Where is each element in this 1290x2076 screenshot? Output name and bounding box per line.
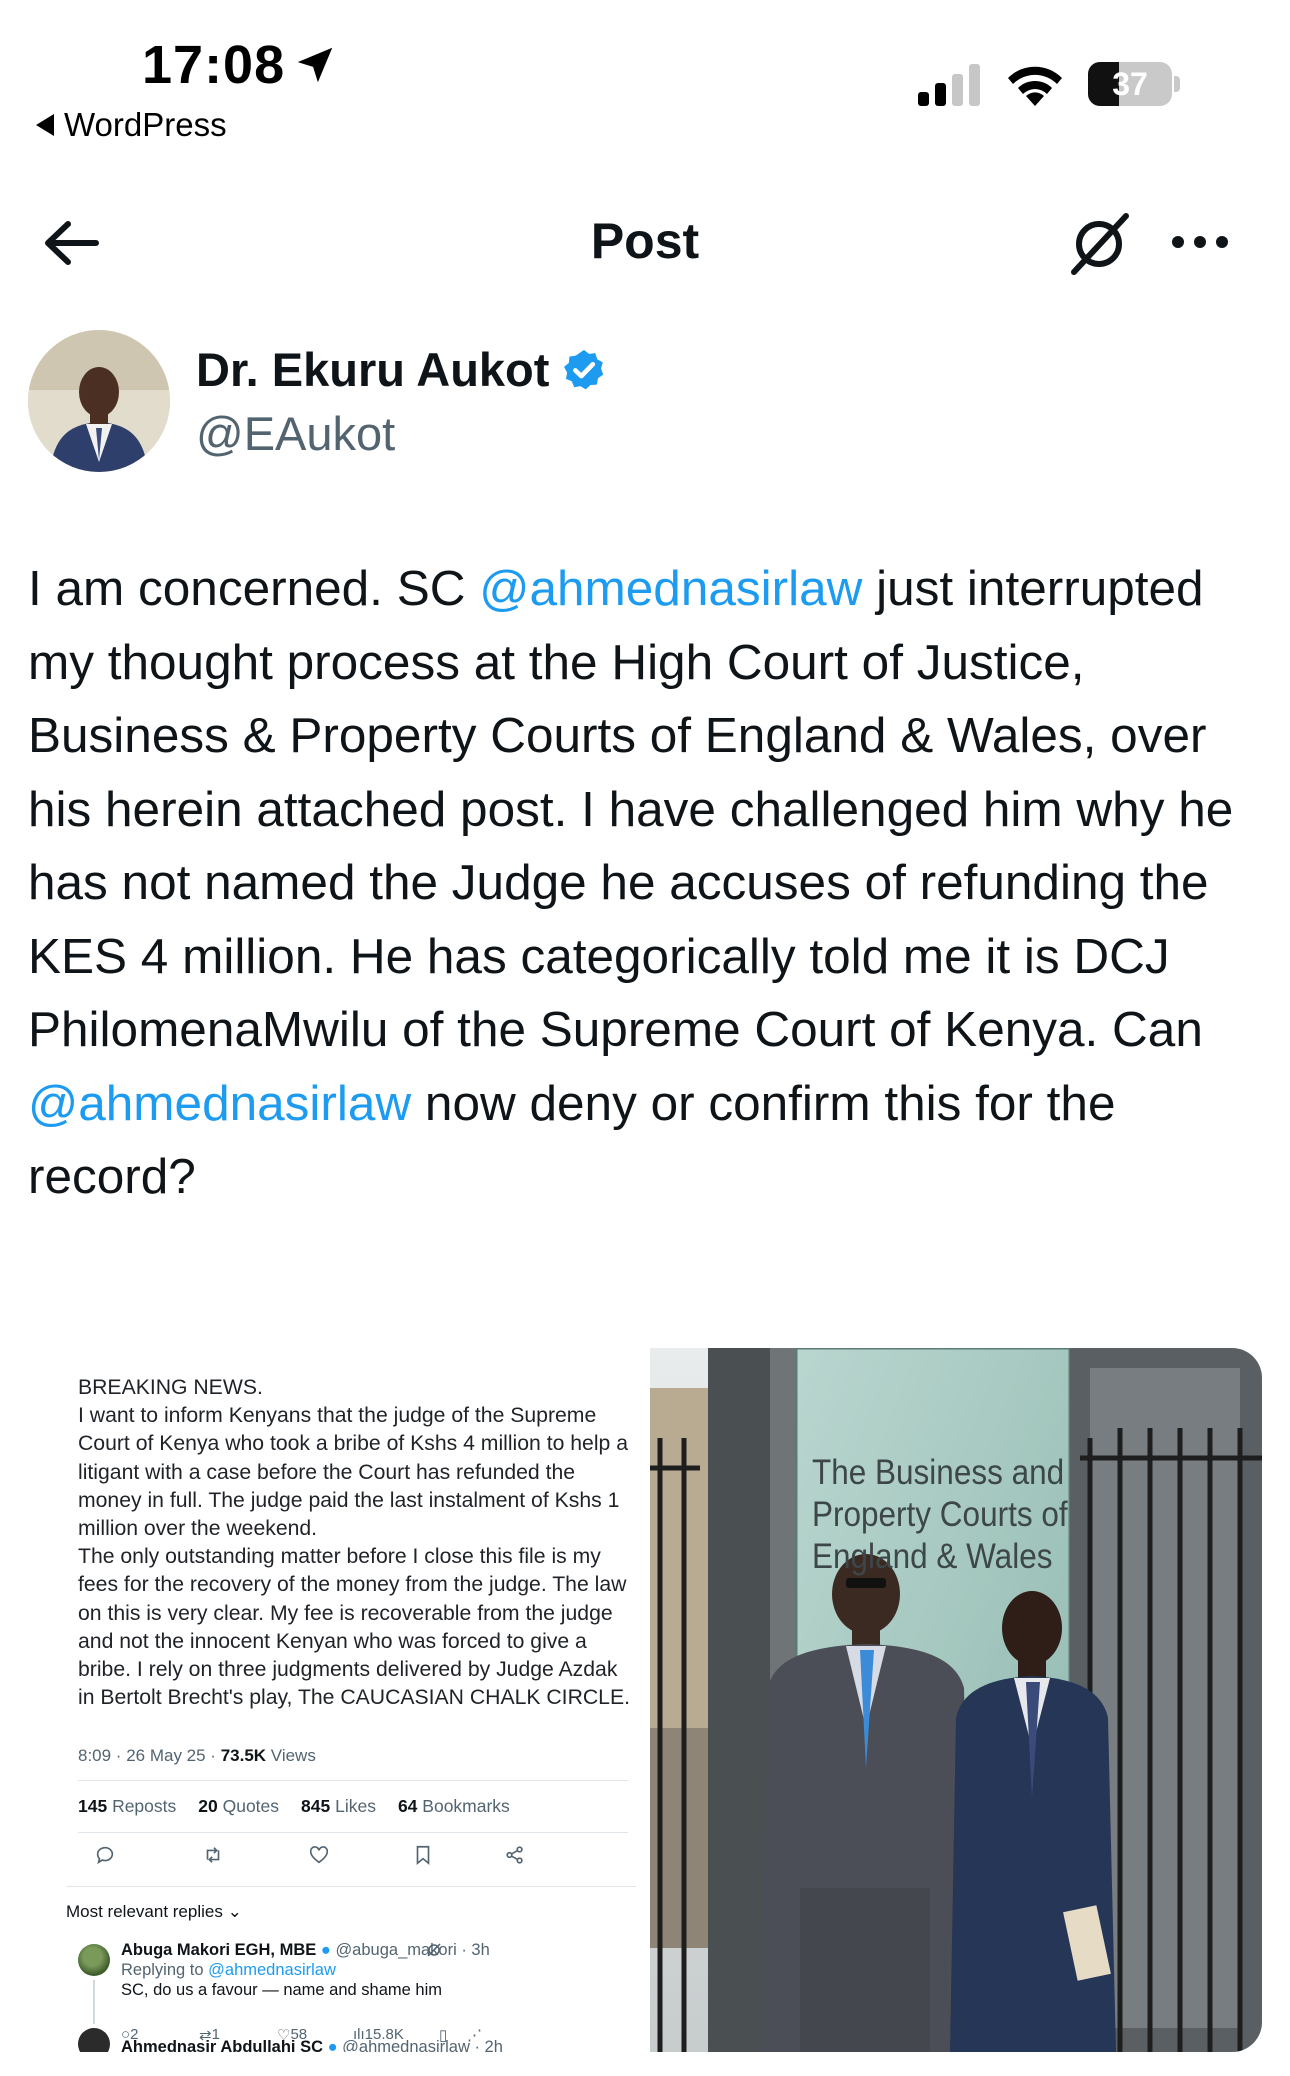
reposts-count: 145: [78, 1796, 108, 1816]
reply-avatar: [78, 1944, 110, 1976]
sign-line: The Business and: [812, 1453, 1065, 1492]
location-arrow-icon: [297, 47, 333, 83]
likes-count: 845: [301, 1796, 331, 1816]
replying-prefix: Replying to: [121, 1961, 209, 1979]
battery-cap: [1174, 76, 1180, 92]
bookmarks-label: Bookmarks: [417, 1796, 510, 1816]
like-icon: [308, 1844, 334, 1870]
back-to-app-link[interactable]: WordPress: [36, 106, 227, 144]
embedded-post-stats: 145 Reposts 20 Quotes 845 Likes 64 Bookm…: [78, 1796, 510, 1817]
battery-percent: 37: [1112, 66, 1148, 102]
verified-badge-icon: ●: [320, 1941, 331, 1959]
sign-line: Property Courts of: [812, 1495, 1068, 1534]
reply-author-handle: @abuga_makori · 3h: [335, 1941, 490, 1959]
embedded-post-meta: 8:09 · 26 May 25 · 73.5K Views: [78, 1746, 316, 1766]
post-text-segment: just interrupted my thought process at t…: [28, 561, 1234, 1057]
back-app-label: WordPress: [64, 106, 227, 143]
author-avatar[interactable]: [28, 330, 170, 472]
stat-likes: 845 Likes: [301, 1796, 376, 1817]
avatar-image: [28, 330, 170, 472]
reply-avatar: [78, 2028, 110, 2052]
more-options-icon[interactable]: [1170, 232, 1230, 252]
reply-text: SC, do us a favour — name and shame him: [121, 1981, 442, 1999]
quotes-label: Quotes: [217, 1796, 280, 1816]
author-handle[interactable]: @EAukot: [196, 406, 395, 461]
embedded-action-bar: [94, 1844, 614, 1874]
verified-badge-icon: [564, 349, 604, 389]
likes-label: Likes: [330, 1796, 376, 1816]
author-name-text: Dr. Ekuru Aukot: [196, 343, 550, 396]
reply-item: Ahmednasir Abdullahi SC ● @ahmednasirlaw…: [121, 2038, 503, 2052]
repost-icon: [202, 1844, 228, 1870]
reply-author-handle: @ahmednasirlaw · 2h: [342, 2038, 503, 2052]
share-icon: [504, 1844, 530, 1870]
embedded-views-label: Views: [266, 1746, 316, 1765]
sign-line: England & Wales: [812, 1537, 1053, 1576]
embedded-post-screenshot[interactable]: BREAKING NEWS. I want to inform Kenyans …: [28, 1348, 646, 2052]
post-media[interactable]: BREAKING NEWS. I want to inform Kenyans …: [28, 1348, 1262, 2052]
mention-link[interactable]: @ahmednasirlaw: [479, 561, 862, 616]
reply-icon: [94, 1844, 120, 1870]
reply-author-name: Abuga Makori EGH, MBE: [121, 1941, 317, 1959]
verified-badge-icon: ●: [327, 2038, 338, 2052]
status-bar: 17:08 WordPress 37: [0, 0, 1290, 150]
back-triangle-icon: [36, 114, 54, 136]
author-name[interactable]: Dr. Ekuru Aukot: [196, 342, 607, 397]
divider: [66, 1886, 636, 1887]
reply-author-name: Ahmednasir Abdullahi SC: [121, 2038, 323, 2052]
grok-icon[interactable]: [1066, 210, 1136, 276]
post-body: I am concerned. SC @ahmednasirlaw just i…: [28, 552, 1278, 1214]
stat-bookmarks: 64 Bookmarks: [398, 1796, 510, 1817]
bookmarks-count: 64: [397, 1796, 418, 1816]
battery-body: 37: [1088, 62, 1172, 106]
embedded-timestamp: 8:09 · 26 May 25 ·: [78, 1746, 221, 1765]
mention-link[interactable]: @ahmednasirlaw: [28, 1076, 411, 1131]
cellular-signal-icon: [918, 64, 980, 106]
stat-reposts: 145 Reposts: [78, 1796, 176, 1817]
wifi-icon: [1008, 66, 1062, 106]
divider: [78, 1832, 628, 1833]
divider: [78, 1780, 628, 1781]
grok-icon: [427, 1943, 441, 1957]
embedded-views-count: 73.5K: [220, 1746, 267, 1765]
court-photo[interactable]: The Business and Property Courts of Engl…: [650, 1348, 1262, 2052]
replying-to: Replying to @ahmednasirlaw: [121, 1960, 490, 1980]
replying-to-handle: @ahmednasirlaw: [208, 1961, 336, 1979]
status-time: 17:08: [142, 35, 286, 95]
stat-quotes: 20 Quotes: [198, 1796, 279, 1817]
thread-line: [93, 1980, 95, 2024]
battery-indicator: 37: [1088, 62, 1180, 106]
embedded-post-text: BREAKING NEWS. I want to inform Kenyans …: [78, 1376, 630, 1710]
bookmark-icon: [412, 1844, 438, 1870]
replies-sort-label: Most relevant replies ⌄: [66, 1902, 242, 1921]
post-text-segment: I am concerned. SC: [28, 561, 480, 616]
quotes-count: 20: [198, 1796, 218, 1816]
court-sign-text: The Business and Property Courts of Engl…: [812, 1452, 1068, 1578]
reposts-label: Reposts: [107, 1796, 177, 1816]
